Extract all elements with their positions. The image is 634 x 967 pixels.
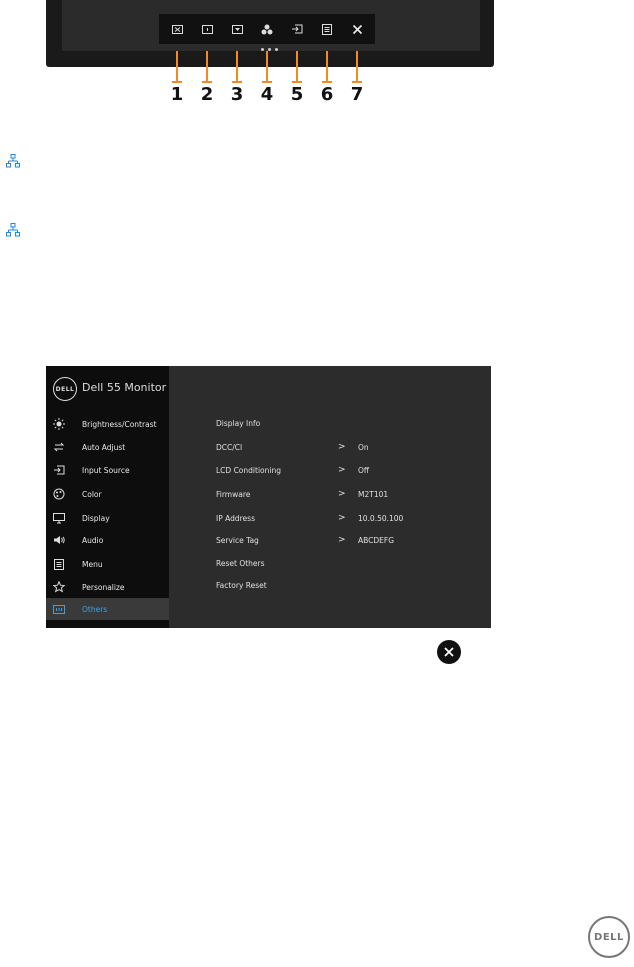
menu-item-label: Auto Adjust <box>82 442 126 452</box>
menu-item-brightness-contrast[interactable]: Brightness/Contrast <box>46 413 169 435</box>
osd-title: Dell 55 Monitor <box>82 381 167 394</box>
menu-item-label: Personalize <box>82 582 125 592</box>
chevron-right-icon: > <box>338 465 346 475</box>
personalize-icon <box>53 581 65 593</box>
brightness-icon <box>53 418 65 430</box>
auto-adjust-icon <box>53 442 65 452</box>
row-value: On <box>358 443 369 452</box>
shortcut-button-5[interactable] <box>286 18 308 40</box>
shortcut-button-3[interactable] <box>226 18 248 40</box>
row-lcd-conditioning[interactable]: LCD Conditioning > Off <box>216 465 486 478</box>
menu-item-label: Input Source <box>82 465 130 475</box>
shortcut-button-2[interactable] <box>196 18 218 40</box>
row-value: Off <box>358 466 370 475</box>
menu-item-personalize[interactable]: Personalize <box>46 576 169 598</box>
chevron-right-icon: > <box>338 535 346 545</box>
shortcut-button-4[interactable] <box>256 18 278 40</box>
row-value: M2T101 <box>358 490 389 499</box>
menu-item-label: Audio <box>82 535 104 545</box>
shortcut-button-6[interactable] <box>316 18 338 40</box>
shortcut-button-7[interactable] <box>346 18 368 40</box>
callout-number-5: 5 <box>290 84 304 105</box>
network-icon <box>6 223 20 237</box>
color-shortcut-icon <box>261 24 273 34</box>
callout-number-4: 4 <box>260 84 274 105</box>
osd-dots-indicator <box>261 48 281 51</box>
callout-line-3 <box>232 51 242 83</box>
color-icon <box>53 488 65 500</box>
row-ip-address[interactable]: IP Address > 10.0.50.100 <box>216 513 486 526</box>
row-value: ABCDEFG <box>358 536 395 545</box>
menu-item-label: Menu <box>82 559 103 569</box>
menu-item-label: Display <box>82 513 110 523</box>
chevron-right-icon: > <box>338 489 346 499</box>
menu-item-input-source[interactable]: Input Source <box>46 459 169 481</box>
menu-item-audio[interactable]: Audio <box>46 529 169 551</box>
row-display-info[interactable]: Display Info <box>216 419 486 431</box>
menu-item-color[interactable]: Color <box>46 483 169 505</box>
callout-number-2: 2 <box>200 84 214 105</box>
menu-item-auto-adjust[interactable]: Auto Adjust <box>46 436 169 458</box>
row-label: Reset Others <box>216 559 265 568</box>
row-value: 10.0.50.100 <box>358 514 404 523</box>
audio-icon <box>54 536 65 544</box>
chevron-right-icon: > <box>338 513 346 523</box>
callout-line-7 <box>352 51 362 83</box>
callout-number-6: 6 <box>320 84 334 105</box>
row-label: Service Tag <box>216 536 259 545</box>
menu-item-menu[interactable]: Menu <box>46 553 169 575</box>
preset-modes-icon <box>171 24 183 34</box>
exit-icon <box>352 24 362 34</box>
row-service-tag[interactable]: Service Tag > ABCDEFG <box>216 535 486 548</box>
callout-number-1: 1 <box>170 84 184 105</box>
menu-shortcut-icon <box>322 23 332 35</box>
callout-number-3: 3 <box>230 84 244 105</box>
row-label: LCD Conditioning <box>216 466 281 475</box>
menu-item-others[interactable]: Others <box>46 598 169 620</box>
callout-line-2 <box>202 51 212 83</box>
others-icon <box>53 604 65 614</box>
close-button[interactable] <box>437 640 461 664</box>
shortcut-button-1[interactable] <box>166 18 188 40</box>
input-source-icon <box>54 465 65 475</box>
close-icon <box>444 647 454 657</box>
dell-footer-logo: DELL <box>588 916 630 958</box>
row-label: IP Address <box>216 514 255 523</box>
callout-line-6 <box>322 51 332 83</box>
row-label: Factory Reset <box>216 581 267 590</box>
row-label: Firmware <box>216 490 251 499</box>
menu-item-label: Brightness/Contrast <box>82 419 157 429</box>
network-icon <box>6 154 20 168</box>
callout-line-1 <box>172 51 182 83</box>
row-dcc-ci[interactable]: DCC/CI > On <box>216 442 486 455</box>
input-source-shortcut-icon <box>292 24 303 34</box>
brightness-shortcut-icon <box>201 24 213 34</box>
callout-line-4 <box>262 51 272 83</box>
callout-line-5 <box>292 51 302 83</box>
row-label: Display Info <box>216 419 261 428</box>
row-label: DCC/CI <box>216 443 243 452</box>
menu-item-label: Color <box>82 489 102 499</box>
display-icon <box>53 512 65 523</box>
dell-logo: DELL <box>53 377 77 401</box>
menu-item-display[interactable]: Display <box>46 507 169 529</box>
menu-item-label: Others <box>82 604 108 614</box>
row-factory-reset[interactable]: Factory Reset <box>216 581 486 593</box>
callout-number-7: 7 <box>350 84 364 105</box>
row-reset-others[interactable]: Reset Others <box>216 559 486 571</box>
chevron-right-icon: > <box>338 442 346 452</box>
row-firmware[interactable]: Firmware > M2T101 <box>216 489 486 502</box>
volume-shortcut-icon <box>231 24 243 34</box>
menu-icon <box>54 558 64 570</box>
